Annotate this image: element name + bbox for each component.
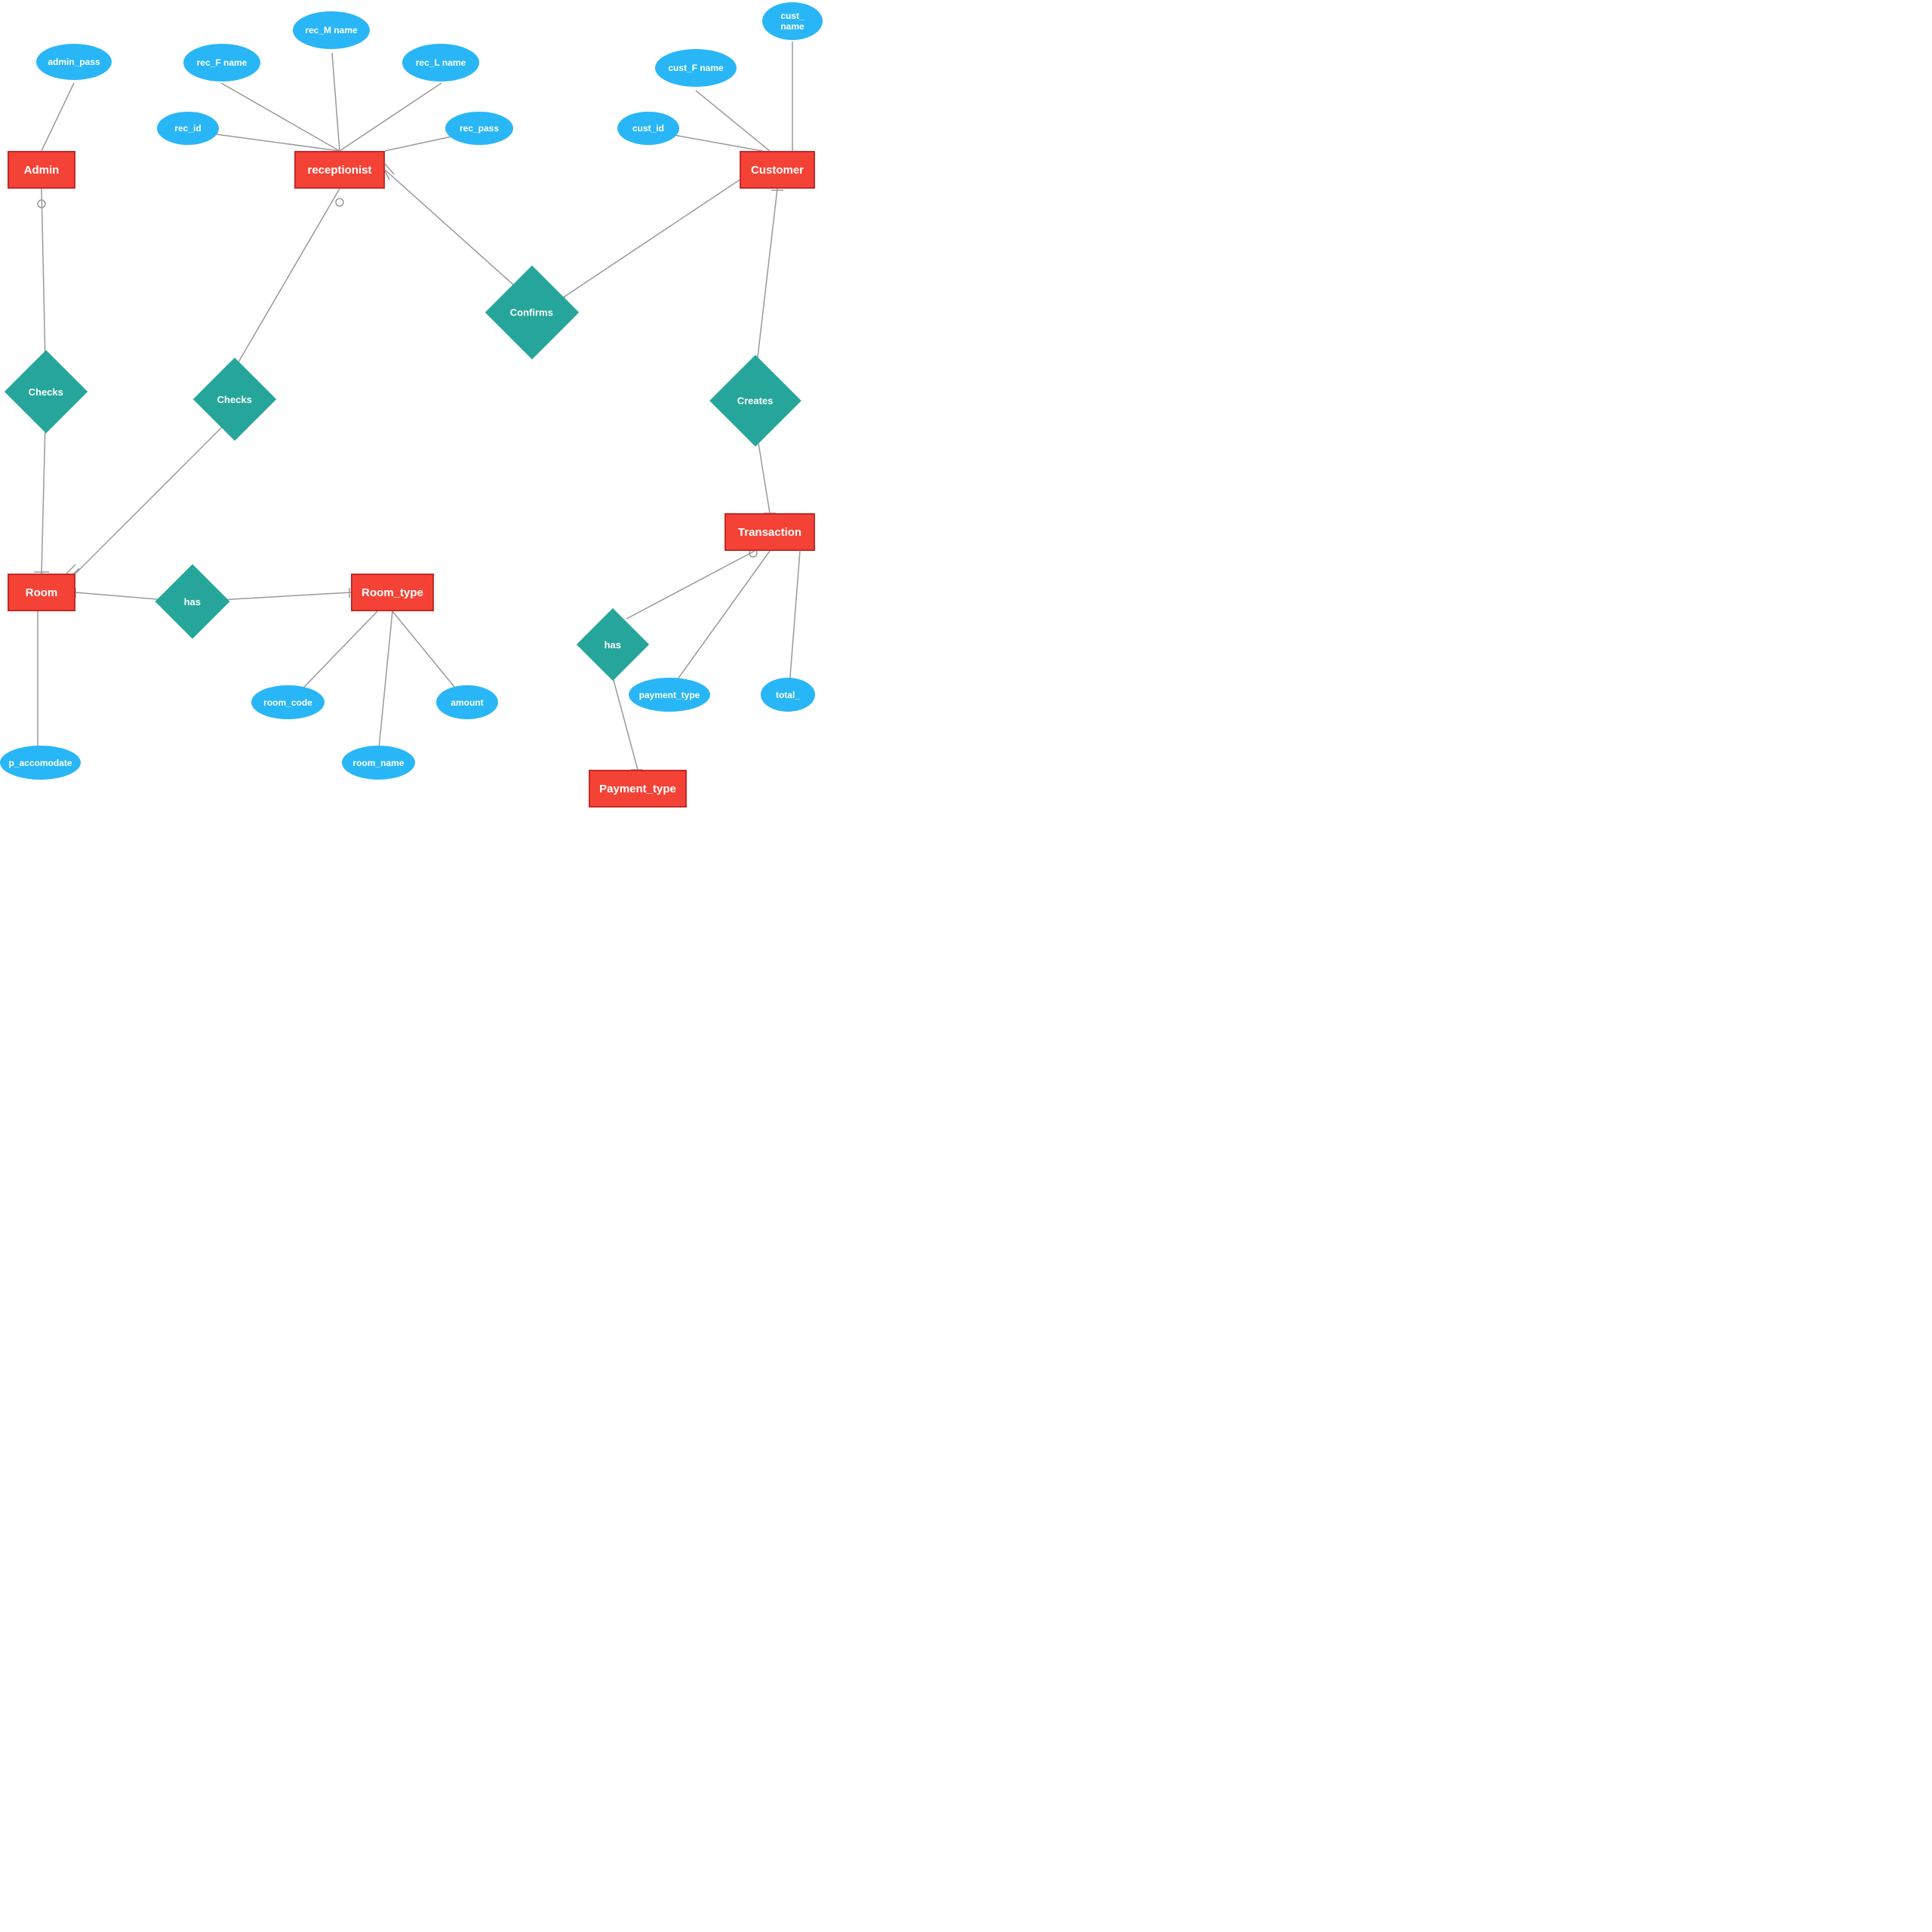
- attr-amount: amount: [436, 685, 498, 719]
- relationship-has2: has: [577, 608, 649, 681]
- entity-room-type: Room_type: [351, 574, 434, 611]
- attr-cust-username: cust_ name: [762, 2, 823, 40]
- entity-payment-type: Payment_type: [589, 770, 687, 808]
- attr-total: total_: [761, 678, 815, 712]
- entity-transaction: Transaction: [724, 513, 815, 551]
- relationship-confirms: Confirms: [485, 266, 579, 359]
- attr-cust-f-name: cust_F name: [655, 49, 737, 87]
- relationship-has1: has: [155, 565, 230, 639]
- attr-cust-id: cust_id: [617, 112, 679, 145]
- entity-room: Room: [8, 574, 75, 611]
- attr-rec-id: rec_id: [157, 112, 219, 145]
- er-diagram: Admin receptionist Customer Room Room_ty…: [0, 0, 815, 815]
- attr-payment-type: payment_type: [629, 678, 710, 712]
- entity-receptionist: receptionist: [294, 151, 385, 189]
- attr-rec-l-name: rec_L name: [402, 44, 479, 82]
- attr-admin-pass: admin_pass: [36, 44, 112, 80]
- attr-rec-m-name: rec_M name: [293, 11, 370, 49]
- relationship-checks1: Checks: [5, 350, 88, 433]
- attr-p-accomodate: p_accomodate: [0, 746, 81, 780]
- attr-rec-pass: rec_pass: [445, 112, 513, 145]
- attr-rec-f-name: rec_F name: [183, 44, 260, 82]
- attr-room-name: room_name: [342, 746, 415, 780]
- relationship-creates: Creates: [709, 355, 801, 447]
- entity-customer: Customer: [740, 151, 815, 189]
- entity-admin: Admin: [8, 151, 75, 189]
- relationship-checks2: Checks: [193, 358, 276, 441]
- attr-room-code: room_code: [251, 685, 325, 719]
